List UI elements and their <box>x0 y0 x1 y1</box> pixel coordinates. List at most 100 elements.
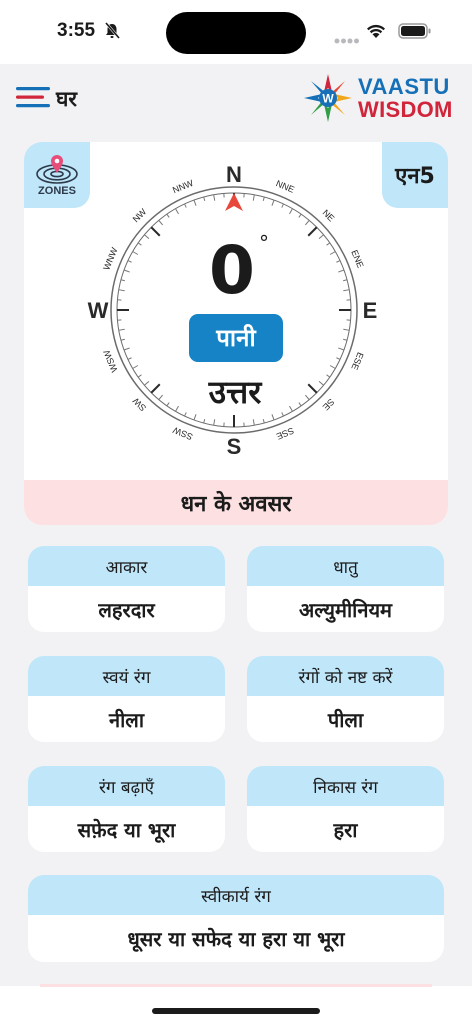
cardinal-label: N <box>226 162 242 187</box>
intercardinal-label: NNE <box>274 178 295 195</box>
zones-label: ZONES <box>38 185 76 197</box>
dial-tick <box>127 357 132 360</box>
intercardinal-label: WSW <box>101 348 119 374</box>
dial-tick <box>336 260 341 263</box>
shape-card: आकार लहरदार <box>28 546 225 632</box>
shape-card-title: आकार <box>28 546 225 586</box>
dial-tick <box>343 279 348 282</box>
dial-tick <box>175 405 179 412</box>
zone-meaning: धन के अवसर <box>24 480 448 525</box>
dial-tick <box>318 234 324 240</box>
dial-tick <box>123 347 130 351</box>
dial-tick <box>338 347 345 351</box>
dial-tick <box>184 412 187 417</box>
dial-tick <box>213 194 216 201</box>
dial-tick <box>123 269 130 273</box>
dial-tick <box>203 419 206 424</box>
own-color-card-value: नीला <box>108 707 145 732</box>
dial-tick <box>120 279 125 282</box>
dial-tick <box>304 394 310 400</box>
acceptable-color-card-value: धूसर या सफेद या हरा या भूरा <box>127 926 345 951</box>
increase-color-card-value: सफ़ेद या भूरा <box>77 817 176 842</box>
dial-tick <box>262 196 265 201</box>
direction-label: उत्तर <box>208 373 264 411</box>
zones-button[interactable]: ZONES <box>24 142 90 208</box>
dial-tick <box>252 194 255 201</box>
vaastu-wisdom-logo: W VAASTU WISDOM <box>302 72 462 126</box>
heading-degree: 0 <box>209 232 255 309</box>
zones-map-icon[interactable] <box>24 146 90 190</box>
dial-tick <box>137 374 142 378</box>
signal-dots-icon <box>334 29 360 48</box>
intercardinal-label: SSW <box>171 425 194 442</box>
compass-card: ZONES एन5 N E S W NNE NE ENE ESE SE SSE SSW SW WSW WN… <box>24 142 448 525</box>
nav-bar: घर W VAASTU WISDOM <box>0 64 472 134</box>
dial-tick <box>326 374 331 378</box>
dial-tick <box>318 380 324 386</box>
dial-tick <box>281 203 284 208</box>
dial-tick <box>304 220 310 226</box>
dial-tick <box>289 208 293 215</box>
cardinal-label: E <box>363 298 378 323</box>
dial-tick <box>213 419 216 426</box>
intercardinal-label: ESE <box>349 351 365 371</box>
intercardinal-label: ENE <box>349 248 365 269</box>
dial-tick <box>144 380 150 386</box>
dial-tick <box>343 289 350 292</box>
dial-tick <box>120 338 125 341</box>
dial-tick <box>343 338 348 341</box>
increase-color-card: रंग बढ़ाएँ सफ़ेद या भूरा <box>28 766 225 852</box>
destroy-color-card-value: पीला <box>327 707 364 732</box>
dial-tick <box>281 412 284 417</box>
dial-tick <box>338 269 345 273</box>
dial-tick <box>132 365 139 369</box>
bell-slash-icon <box>104 22 120 44</box>
intercardinal-label: NE <box>321 208 337 224</box>
dial-tick <box>307 383 318 394</box>
dial-tick <box>193 414 197 421</box>
own-color-card-title: स्वयं रंग <box>28 656 225 696</box>
home-menu-button[interactable]: घर <box>16 84 86 114</box>
dial-tick <box>166 402 170 407</box>
intercardinal-label: SSE <box>275 425 295 441</box>
intercardinal-label: NNW <box>171 178 195 196</box>
increase-color-card-title: रंग बढ़ाएँ <box>28 766 225 806</box>
logo-compass-icon: W <box>304 74 352 122</box>
exhaust-color-card-title: निकास रंग <box>247 766 444 806</box>
dial-tick <box>150 383 161 394</box>
dial-tick <box>193 199 197 206</box>
dial-tick <box>252 419 255 426</box>
dial-tick <box>137 242 142 246</box>
svg-text:W: W <box>322 92 334 106</box>
heading-marker-icon <box>225 193 243 211</box>
degree-symbol: ° <box>259 231 269 255</box>
dial-tick <box>307 226 318 237</box>
exhaust-color-card-value: हरा <box>333 817 358 842</box>
dial-tick <box>329 251 336 255</box>
dial-tick <box>127 260 132 263</box>
dial-tick <box>289 405 293 412</box>
dial-tick <box>298 402 302 407</box>
acceptable-color-card: स्वीकार्य रंग धूसर या सफेद या हरा या भूर… <box>28 875 444 962</box>
status-time: 3:55 <box>57 20 96 41</box>
destroy-color-card: रंगों को नष्ट करें पीला <box>247 656 444 742</box>
home-indicator[interactable] <box>152 1008 320 1014</box>
intercardinal-label: NW <box>131 206 149 224</box>
intercardinal-label: WNW <box>101 246 119 272</box>
metal-card-title: धातु <box>247 546 444 586</box>
dynamic-island <box>166 12 306 54</box>
status-bar: 3:55 <box>0 0 472 64</box>
dial-tick <box>158 220 164 226</box>
dial-tick <box>329 365 336 369</box>
home-label[interactable]: घर <box>56 85 77 113</box>
wifi-icon <box>365 22 387 44</box>
dial-tick <box>175 208 179 215</box>
dial-tick <box>298 213 302 218</box>
dial-tick <box>271 199 275 206</box>
dial-tick <box>118 328 125 331</box>
intercardinal-label: SW <box>130 395 148 413</box>
compass-dial: NESWNNENEENEESESESSESSWSWWSWWNWNWNNW 0 °… <box>88 162 378 459</box>
own-color-card: स्वयं रंग नीला <box>28 656 225 742</box>
dial-tick <box>144 234 150 240</box>
hamburger-menu-icon[interactable] <box>16 85 50 113</box>
